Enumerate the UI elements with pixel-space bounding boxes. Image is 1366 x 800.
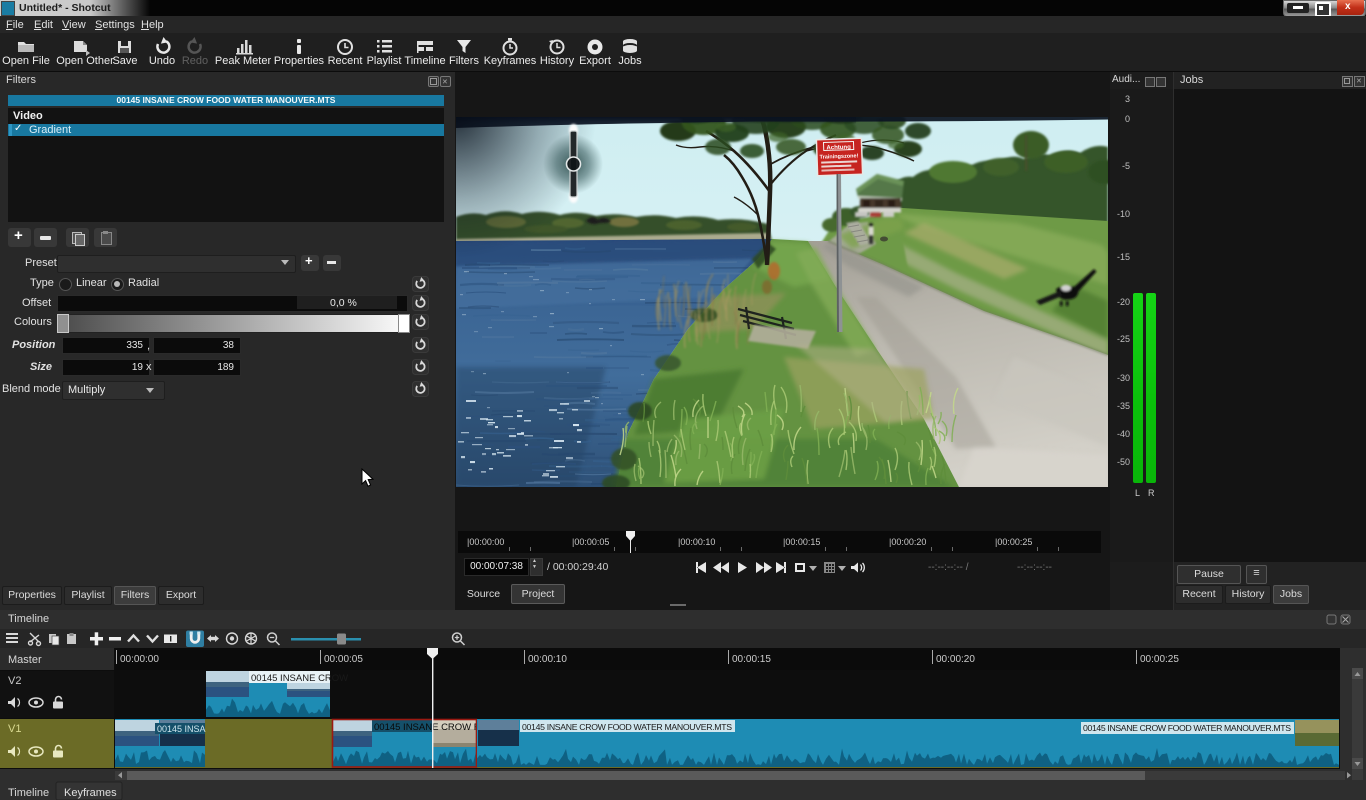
svg-text:00145 INSANE CROW: 00145 INSANE CROW	[251, 673, 348, 684]
svg-text:00145 INSANE CROW FOOD WATER M: 00145 INSANE CROW FOOD WATER MANOUVER.MT…	[1083, 723, 1291, 733]
svg-text:Keyframes: Keyframes	[64, 787, 117, 799]
svg-text:00:00:20: 00:00:20	[936, 654, 975, 665]
svg-text:00145 INSANE CROW FOOD WATER M: 00145 INSANE CROW FOOD WATER MANOUVER.MT…	[522, 722, 732, 732]
svg-text:Timeline: Timeline	[8, 787, 49, 799]
svg-text:00:00:25: 00:00:25	[1140, 654, 1179, 665]
svg-text:00:00:00: 00:00:00	[120, 654, 159, 665]
svg-text:Timeline: Timeline	[8, 613, 49, 625]
svg-text:00:00:15: 00:00:15	[732, 654, 771, 665]
svg-text:00:00:10: 00:00:10	[528, 654, 567, 665]
svg-text:V2: V2	[8, 675, 21, 687]
svg-text:00145 INSA: 00145 INSA	[157, 724, 206, 734]
svg-text:Master: Master	[8, 654, 42, 666]
svg-text:00:00:05: 00:00:05	[324, 654, 363, 665]
svg-text:V1: V1	[8, 723, 21, 735]
svg-text:Achtung: Achtung	[826, 145, 851, 152]
